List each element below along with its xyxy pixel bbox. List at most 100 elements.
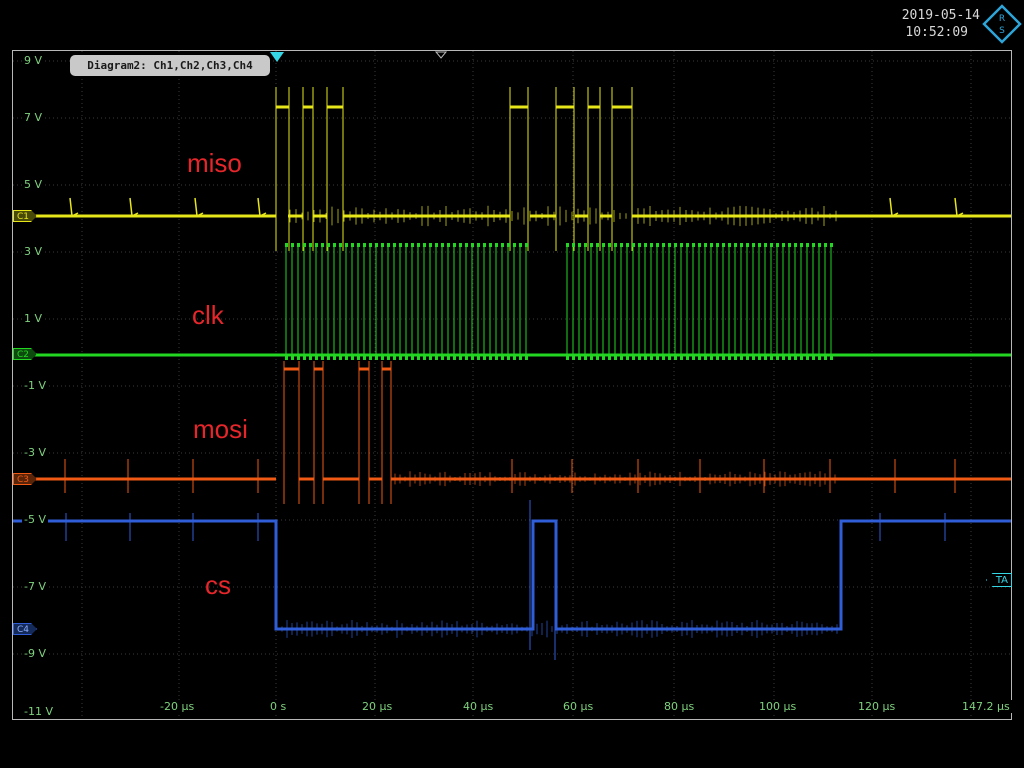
clk-high-dot [746,243,749,247]
clk-low-dot [734,356,737,360]
clk-low-dot [584,356,587,360]
clk-low-dot [291,356,294,360]
clk-high-dot [285,243,288,247]
clk-low-dot [369,356,372,360]
clk-high-dot [824,243,827,247]
time-label: 20 µs [360,700,395,713]
clk-low-dot [764,356,767,360]
clk-low-dot [387,356,390,360]
clk-high-dot [764,243,767,247]
voltage-label: -3 V [22,446,48,459]
voltage-label: 9 V [22,54,45,67]
clk-low-dot [315,356,318,360]
waveform-display[interactable] [0,0,1024,768]
clk-high-dot [626,243,629,247]
voltage-label: 5 V [22,178,45,191]
clk-low-dot [686,356,689,360]
clk-low-dot [375,356,378,360]
clk-low-dot [285,356,288,360]
clk-low-dot [417,356,420,360]
ch1-glitch [129,197,139,218]
time-label: 80 µs [662,700,697,713]
clk-low-dot [513,356,516,360]
clk-high-dot [315,243,318,247]
clk-high-dot [441,243,444,247]
clk-low-dot [429,356,432,360]
clk-low-dot [614,356,617,360]
clk-low-dot [716,356,719,360]
clk-low-dot [608,356,611,360]
clk-high-dot [590,243,593,247]
clk-low-dot [644,356,647,360]
clk-high-dot [411,243,414,247]
clk-low-dot [776,356,779,360]
clk-high-dot [291,243,294,247]
clk-high-dot [740,243,743,247]
clk-low-dot [656,356,659,360]
clk-low-dot [692,356,695,360]
clk-low-dot [662,356,665,360]
clk-high-dot [417,243,420,247]
time-label: 0 s [268,700,289,713]
clk-low-dot [423,356,426,360]
clk-low-dot [333,356,336,360]
clk-low-dot [447,356,450,360]
clk-low-dot [806,356,809,360]
clk-low-dot [800,356,803,360]
ch1-glitch [257,197,267,218]
horizontal-reference-icon[interactable] [434,51,448,59]
clk-high-dot [369,243,372,247]
clk-low-dot [578,356,581,360]
clk-low-dot [483,356,486,360]
ch1-miso-trace [13,87,1011,251]
clk-low-dot [477,356,480,360]
clk-high-dot [483,243,486,247]
time-label: 120 µs [856,700,898,713]
clk-low-dot [812,356,815,360]
clk-high-dot [686,243,689,247]
time-label: 40 µs [461,700,496,713]
clk-high-dot [620,243,623,247]
clk-low-dot [680,356,683,360]
clk-high-dot [525,243,528,247]
clk-high-dot [309,243,312,247]
clk-high-dot [794,243,797,247]
clk-high-dot [465,243,468,247]
ch2-clk-trace [13,243,1011,360]
clk-low-dot [297,356,300,360]
clk-high-dot [734,243,737,247]
miso-label: miso [187,148,242,178]
clk-low-dot [710,356,713,360]
clk-high-dot [596,243,599,247]
clk-low-dot [357,356,360,360]
clk-high-dot [501,243,504,247]
clk-high-dot [812,243,815,247]
clk-high-dot [572,243,575,247]
clk-low-dot [602,356,605,360]
time-label: 100 µs [757,700,799,713]
clk-low-dot [495,356,498,360]
clk-low-dot [566,356,569,360]
clk-high-dot [519,243,522,247]
voltage-label: 3 V [22,245,45,258]
clk-low-dot [321,356,324,360]
time-label: -20 µs [158,700,197,713]
clk-low-dot [638,356,641,360]
clk-high-dot [566,243,569,247]
diagram-tab[interactable]: Diagram2: Ch1,Ch2,Ch3,Ch4 [70,55,270,76]
clk-high-dot [716,243,719,247]
clk-low-dot [794,356,797,360]
clk-high-dot [782,243,785,247]
clk-high-dot [429,243,432,247]
clk-low-dot [740,356,743,360]
clk-high-dot [351,243,354,247]
voltage-label: -1 V [22,379,48,392]
clk-low-dot [668,356,671,360]
clk-high-dot [608,243,611,247]
clk-low-dot [405,356,408,360]
clk-low-dot [399,356,402,360]
clk-low-dot [782,356,785,360]
clk-high-dot [650,243,653,247]
ch1-glitch [954,197,964,218]
clk-low-dot [650,356,653,360]
